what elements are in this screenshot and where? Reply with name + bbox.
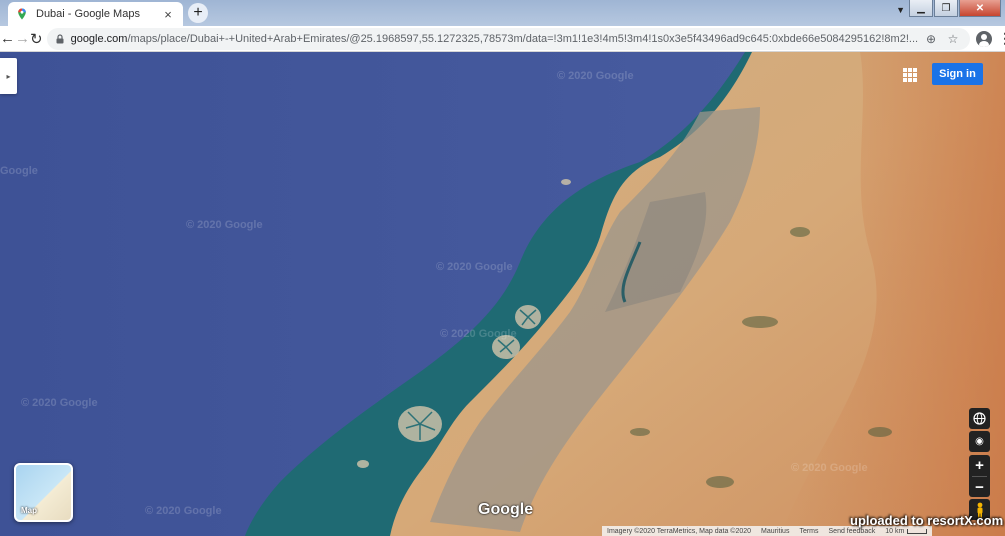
url-host: google.com — [70, 32, 128, 45]
imagery-attribution: Imagery ©2020 TerraMetrics, Map data ©20… — [607, 527, 752, 535]
map-watermark: Google — [0, 165, 38, 177]
new-tab-button[interactable]: + — [188, 3, 208, 23]
sign-in-button[interactable]: Sign in — [932, 63, 983, 85]
toolbar-right: ⋮ — [970, 30, 1005, 47]
reload-button[interactable]: ↻ — [30, 27, 43, 51]
globe-icon[interactable] — [969, 408, 990, 429]
window-controls: ▁ ❐ ✕ — [909, 0, 1001, 17]
maximize-button[interactable]: ❐ — [934, 0, 958, 17]
side-panel-toggle[interactable]: ▸ — [0, 58, 17, 94]
zoom-out-button[interactable]: − — [969, 477, 990, 497]
upload-watermark: uploaded to resortX.com — [850, 513, 1004, 528]
country-link[interactable]: Mauritius — [761, 528, 789, 535]
map-watermark: © 2020 Google — [186, 219, 263, 231]
maps-pin-icon — [18, 8, 26, 20]
layer-label: Map — [21, 506, 37, 515]
map-watermark: © 2020 Google — [557, 70, 634, 82]
tab-title: Dubai - Google Maps — [36, 8, 140, 20]
url-path: /maps/place/Dubai+-+United+Arab+Emirates… — [127, 32, 919, 45]
zoom-controls: + − — [969, 455, 990, 497]
scale-bar-line — [907, 528, 928, 534]
lock-icon — [56, 33, 64, 43]
map-watermark: © 2020 Google — [436, 261, 513, 273]
minimize-button[interactable]: ▁ — [909, 0, 933, 17]
tab-search-icon[interactable]: ▼ — [896, 5, 905, 15]
google-logo: Google — [478, 501, 534, 518]
send-feedback-link[interactable]: Send feedback — [829, 528, 876, 535]
window-close-button[interactable]: ✕ — [959, 0, 1001, 17]
google-apps-icon[interactable] — [903, 68, 917, 82]
map-watermark: © 2020 Google — [791, 462, 868, 474]
add-icon[interactable]: ⊕ — [922, 32, 940, 46]
url-text: google.com/maps/place/Dubai+-+United+Ara… — [71, 33, 918, 45]
browser-titlebar: Dubai - Google Maps × + ▼ ▁ ❐ ✕ — [0, 0, 1005, 26]
map-watermark: © 2020 Google — [21, 397, 98, 409]
map-watermark: © 2020 Google — [145, 505, 222, 517]
tab-close-icon[interactable]: × — [161, 7, 175, 22]
forward-button[interactable]: → — [15, 27, 30, 51]
zoom-in-button[interactable]: + — [969, 455, 990, 476]
browser-tab[interactable]: Dubai - Google Maps × — [8, 2, 183, 26]
scale-label: 10 km — [885, 527, 905, 535]
map-layer-switcher[interactable]: Map — [14, 463, 73, 522]
profile-avatar-icon[interactable] — [976, 30, 993, 47]
back-button[interactable]: ← — [0, 27, 15, 51]
map-watermark: © 2020 Google — [440, 328, 517, 340]
my-location-icon[interactable]: ◉ — [969, 431, 990, 452]
globe-glyph — [973, 412, 986, 425]
browser-toolbar: ← → ↻ google.com/maps/place/Dubai+-+Unit… — [0, 26, 1005, 52]
satellite-map[interactable]: © 2020 Google Google © 2020 Google © 202… — [0, 52, 1005, 536]
address-bar[interactable]: google.com/maps/place/Dubai+-+United+Ara… — [46, 27, 971, 50]
terms-link[interactable]: Terms — [799, 528, 818, 535]
bookmark-star-icon[interactable]: ☆ — [944, 32, 962, 46]
browser-menu-icon[interactable]: ⋮ — [998, 30, 1005, 47]
scale-bar[interactable]: 10 km — [885, 527, 928, 535]
